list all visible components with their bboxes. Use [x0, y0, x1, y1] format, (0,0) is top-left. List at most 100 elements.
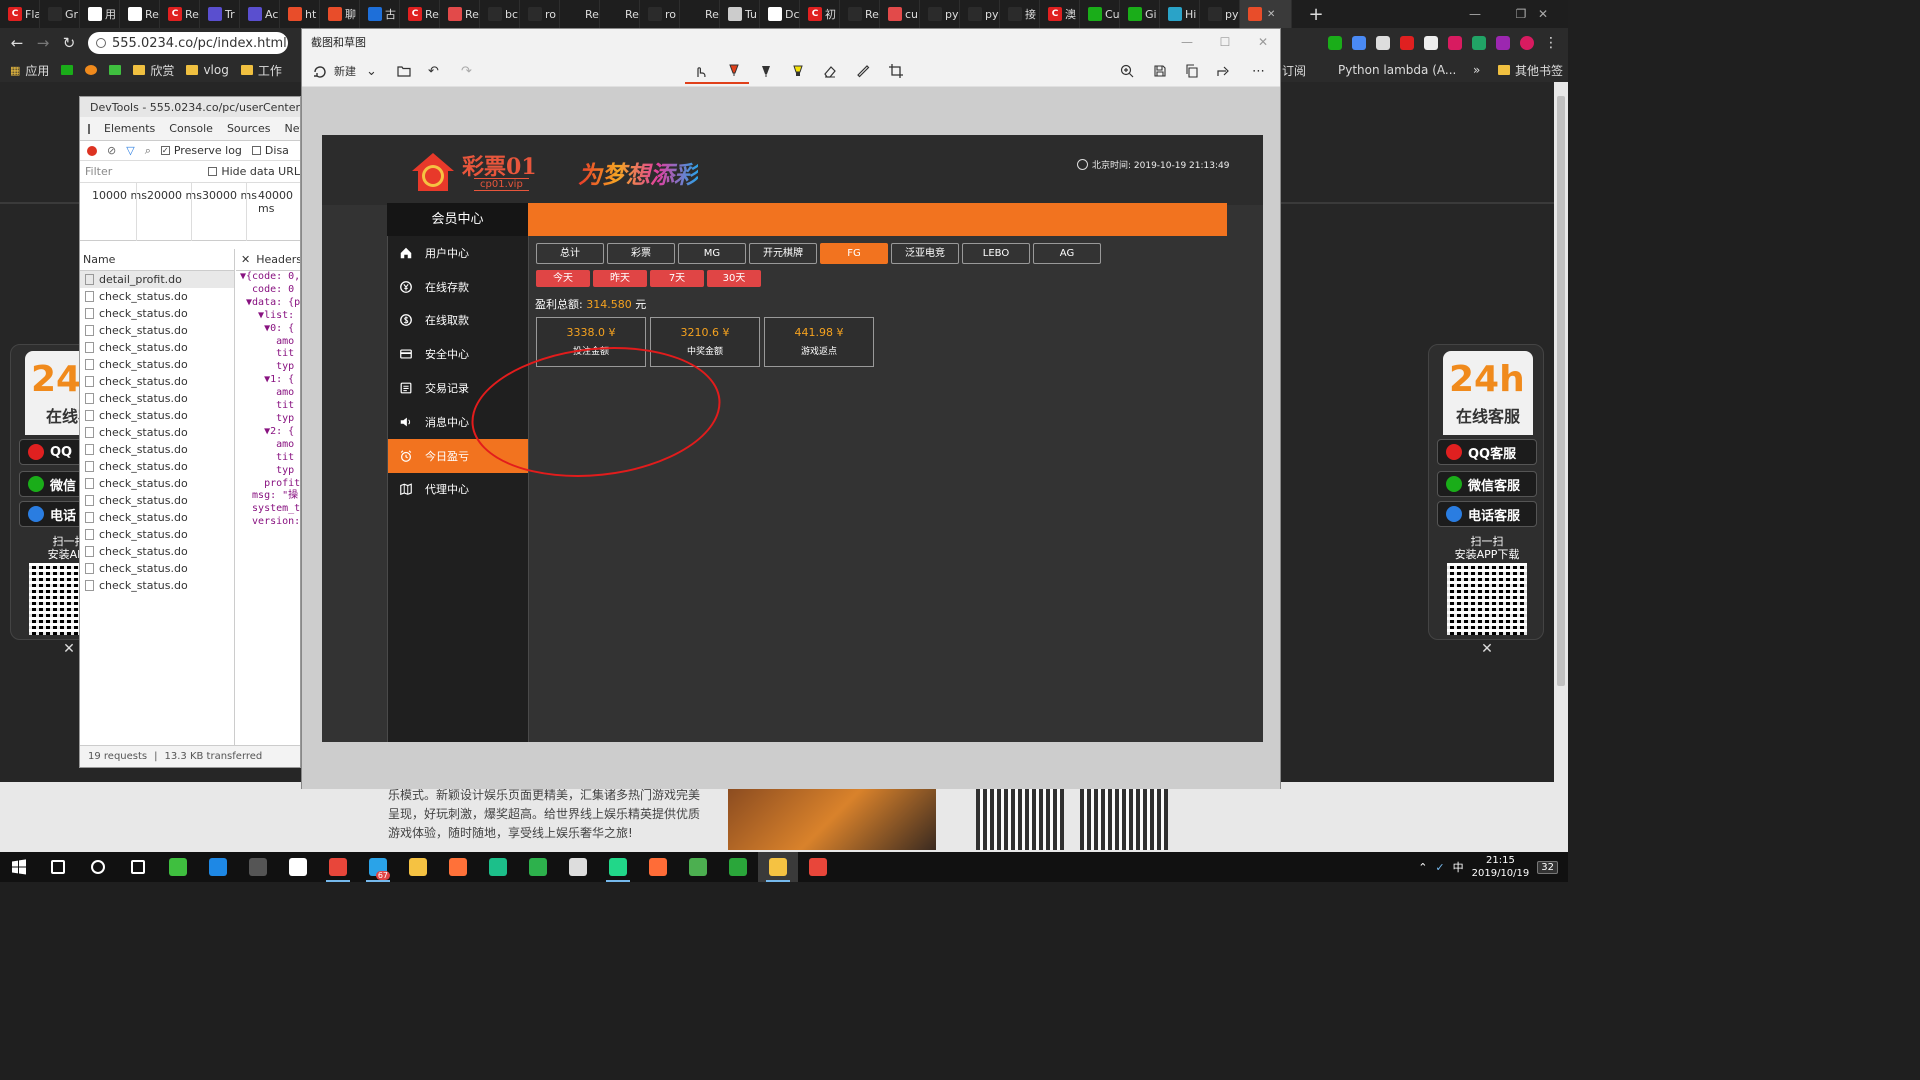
translate-icon[interactable]: [1352, 36, 1366, 50]
notification-center[interactable]: 32: [1537, 860, 1558, 874]
tab-network[interactable]: Network: [284, 122, 300, 135]
record-icon[interactable]: [87, 145, 97, 156]
browser-tab[interactable]: C Fla: [0, 0, 40, 28]
open-folder-icon[interactable]: [396, 58, 412, 84]
platform-tab[interactable]: MG: [678, 243, 746, 264]
sidebar-item-7[interactable]: 今日盈亏: [388, 438, 528, 473]
platform-tab[interactable]: 开元棋牌: [749, 243, 817, 264]
request-row[interactable]: detail_profit.do: [80, 271, 234, 288]
tab-elements[interactable]: Elements: [104, 122, 155, 135]
back-icon[interactable]: ←: [4, 34, 30, 52]
date-tab[interactable]: 30天: [707, 270, 761, 287]
extension-icon[interactable]: [1448, 36, 1462, 50]
browser-tab[interactable]: ro: [520, 0, 560, 28]
browser-tab[interactable]: Re: [600, 0, 640, 28]
platform-tab[interactable]: LEBO: [962, 243, 1030, 264]
request-row[interactable]: check_status.do: [80, 526, 234, 543]
notepad-app[interactable]: [678, 852, 718, 882]
browser-tab[interactable]: 用: [80, 0, 120, 28]
request-row[interactable]: check_status.do: [80, 322, 234, 339]
request-row[interactable]: check_status.do: [80, 441, 234, 458]
bookmark-subscribe[interactable]: 订阅: [1282, 62, 1306, 79]
preserve-log-checkbox[interactable]: ✓ Preserve log: [160, 144, 242, 157]
browser-tab[interactable]: Re: [120, 0, 160, 28]
date-tab[interactable]: 昨天: [593, 270, 647, 287]
request-row[interactable]: check_status.do: [80, 407, 234, 424]
browser-tab[interactable]: Ac: [240, 0, 280, 28]
platform-tab[interactable]: 总计: [536, 243, 604, 264]
share-icon[interactable]: [1216, 58, 1232, 84]
request-row[interactable]: check_status.do: [80, 492, 234, 509]
clear-icon[interactable]: ⊘: [107, 144, 116, 157]
zoom-icon[interactable]: [1119, 58, 1135, 84]
request-row[interactable]: check_status.do: [80, 288, 234, 305]
sidebar-item-6[interactable]: 消息中心: [388, 405, 528, 439]
browser-tab[interactable]: bc: [480, 0, 520, 28]
browser-tab[interactable]: Re: [440, 0, 480, 28]
undo-icon[interactable]: ↶: [428, 58, 439, 84]
bookmark-green[interactable]: [61, 65, 74, 75]
tab-sources[interactable]: Sources: [227, 122, 271, 135]
bookmark-apps[interactable]: ▦ 应用: [10, 62, 49, 79]
eraser-icon[interactable]: [822, 58, 838, 84]
maps-app[interactable]: [198, 852, 238, 882]
new-tab-button[interactable]: +: [1304, 4, 1328, 25]
close-icon[interactable]: ✕: [241, 253, 250, 266]
w3c-app[interactable]: [558, 852, 598, 882]
check-icon[interactable]: ✓: [1435, 861, 1444, 874]
request-row[interactable]: check_status.do: [80, 390, 234, 407]
browser-tab[interactable]: py: [920, 0, 960, 28]
chrome2-app[interactable]: [798, 852, 838, 882]
name-column-header[interactable]: Name: [80, 249, 234, 271]
maximize-button[interactable]: ☐: [1206, 29, 1244, 55]
network-timeline[interactable]: 10000 ms 20000 ms 30000 ms 40000 ms: [80, 183, 300, 241]
ruler-icon[interactable]: [855, 58, 871, 84]
browser-tab[interactable]: 聊: [320, 0, 360, 28]
crop-icon[interactable]: [888, 58, 904, 84]
browser-tab[interactable]: C初: [800, 0, 840, 28]
info-icon[interactable]: [96, 38, 106, 48]
date-tab[interactable]: 7天: [650, 270, 704, 287]
extension-icon[interactable]: [1472, 36, 1486, 50]
request-row[interactable]: check_status.do: [80, 373, 234, 390]
extension-icon[interactable]: [1400, 36, 1414, 50]
sidebar-item-1[interactable]: 用户中心: [388, 236, 528, 270]
filter-input[interactable]: Filter: [85, 165, 192, 178]
start-button[interactable]: [0, 852, 38, 882]
pycharm-app[interactable]: [598, 852, 638, 882]
inspect-icon[interactable]: [88, 123, 90, 134]
request-row[interactable]: check_status.do: [80, 560, 234, 577]
request-row[interactable]: check_status.do: [80, 458, 234, 475]
bookmark-python-lambda[interactable]: Python lambda (A...: [1338, 63, 1456, 77]
sidebar-item-3[interactable]: 在线取款: [388, 304, 528, 338]
browser-tab[interactable]: ht: [280, 0, 320, 28]
browser-tab[interactable]: Re: [840, 0, 880, 28]
clock[interactable]: 21:15 2019/10/19: [1472, 854, 1530, 880]
hide-data-urls-checkbox[interactable]: Hide data URL: [208, 165, 300, 178]
close-icon[interactable]: ✕: [59, 641, 79, 657]
avatar[interactable]: [1520, 36, 1534, 50]
browser-tab[interactable]: Re: [680, 0, 720, 28]
phone-service-button[interactable]: 电话客服: [1437, 501, 1537, 527]
browser-tab[interactable]: py: [1200, 0, 1240, 28]
platform-tab[interactable]: FG: [820, 243, 888, 264]
python-app[interactable]: [758, 852, 798, 882]
tab-headers[interactable]: Headers: [256, 253, 300, 266]
scrollbar-thumb[interactable]: [1557, 96, 1565, 686]
browser-tab[interactable]: py: [960, 0, 1000, 28]
sidebar-item-5[interactable]: 交易记录: [388, 371, 528, 405]
firefox-app[interactable]: [438, 852, 478, 882]
extension-icon[interactable]: [1328, 36, 1342, 50]
browser-tab[interactable]: Hi: [1160, 0, 1200, 28]
request-row[interactable]: check_status.do: [80, 509, 234, 526]
postman-app[interactable]: [638, 852, 678, 882]
chevron-up-icon[interactable]: ⌃: [1418, 861, 1427, 874]
minimize-button[interactable]: —: [1168, 29, 1206, 55]
reload-icon[interactable]: ↻: [56, 34, 82, 52]
browser-tab[interactable]: 古: [360, 0, 400, 28]
wechat-service-button[interactable]: 微信客服: [1437, 471, 1537, 497]
pencil-icon[interactable]: [758, 58, 774, 84]
chevron-down-icon[interactable]: ⌄: [366, 58, 377, 84]
explorer-app[interactable]: [398, 852, 438, 882]
browser-tab[interactable]: Re: [560, 0, 600, 28]
